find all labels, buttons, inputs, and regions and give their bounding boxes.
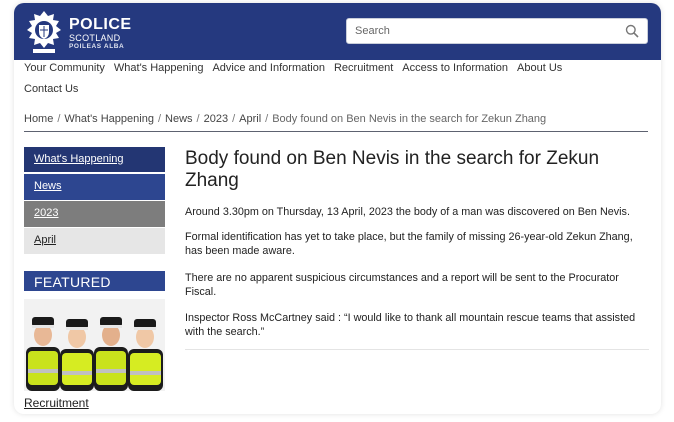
featured-heading: FEATURED	[24, 269, 165, 291]
article-paragraph: Formal identification has yet to take pl…	[185, 231, 633, 257]
police-crest-icon	[27, 11, 61, 53]
breadcrumb-separator: /	[196, 113, 200, 125]
breadcrumb-current: Body found on Ben Nevis in the search fo…	[272, 113, 547, 125]
article-title: Body found on Ben Nevis in the search fo…	[185, 148, 600, 191]
site-header: POLICE SCOTLAND POILEAS ALBA	[14, 3, 661, 60]
article-paragraph: Around 3.30pm on Thursday, 13 April, 202…	[185, 206, 630, 218]
nav-item-whats-happening[interactable]: What's Happening	[114, 62, 204, 74]
brand-gaelic: POILEAS ALBA	[69, 43, 125, 50]
nav-item-your-community[interactable]: Your Community	[24, 62, 105, 74]
article-paragraph: Inspector Ross McCartney said : “I would…	[185, 312, 636, 338]
nav-item-recruitment[interactable]: Recruitment	[334, 62, 393, 74]
breadcrumb-item-whats-happening[interactable]: What's Happening	[64, 113, 154, 125]
brand-name: POLICE	[69, 16, 132, 33]
breadcrumb-separator: /	[265, 113, 269, 125]
breadcrumb-item-home[interactable]: Home	[24, 113, 53, 125]
sidebar-item-news[interactable]: News	[24, 174, 165, 200]
search-box	[346, 18, 648, 44]
sidebar-item-2023[interactable]: 2023	[24, 201, 165, 227]
breadcrumb-separator: /	[57, 113, 61, 125]
article-paragraph: There are no apparent suspicious circums…	[185, 272, 619, 298]
divider	[24, 131, 648, 132]
main-nav-row-2: Contact Us	[24, 83, 87, 95]
featured-recruitment-link[interactable]: Recruitment	[24, 396, 89, 410]
sidebar-item-april[interactable]: April	[24, 228, 165, 254]
breadcrumb-item-april[interactable]: April	[239, 113, 261, 125]
site-logo[interactable]: POLICE SCOTLAND POILEAS ALBA	[24, 9, 174, 55]
breadcrumb-item-news[interactable]: News	[165, 113, 193, 125]
recruitment-photo[interactable]	[24, 299, 165, 391]
article-divider	[185, 349, 649, 350]
search-icon[interactable]	[625, 24, 639, 38]
breadcrumb: Home / What's Happening / News/2023/April / Bo…	[24, 113, 546, 125]
main-nav-row-1: Your Community What's Happening Advice and…	[24, 62, 571, 74]
nav-item-about-us[interactable]: About Us	[517, 62, 562, 74]
search-input[interactable]	[347, 19, 625, 43]
nav-item-contact-us[interactable]: Contact Us	[24, 83, 78, 95]
nav-item-access-to-information[interactable]: Access to Information	[402, 62, 508, 74]
breadcrumb-separator: /	[157, 113, 162, 125]
article: Body found on Ben Nevis in the search fo…	[185, 148, 653, 350]
browser-page: POLICE SCOTLAND POILEAS ALBA Your Commun…	[14, 3, 661, 414]
nav-item-advice-and-information[interactable]: Advice and Information	[212, 62, 325, 74]
sidebar-item-whats-happening[interactable]: What's Happening	[24, 147, 165, 173]
breadcrumb-separator: /	[232, 113, 236, 125]
brand-subname: SCOTLAND	[69, 33, 121, 43]
breadcrumb-item-2023[interactable]: 2023	[204, 113, 228, 125]
